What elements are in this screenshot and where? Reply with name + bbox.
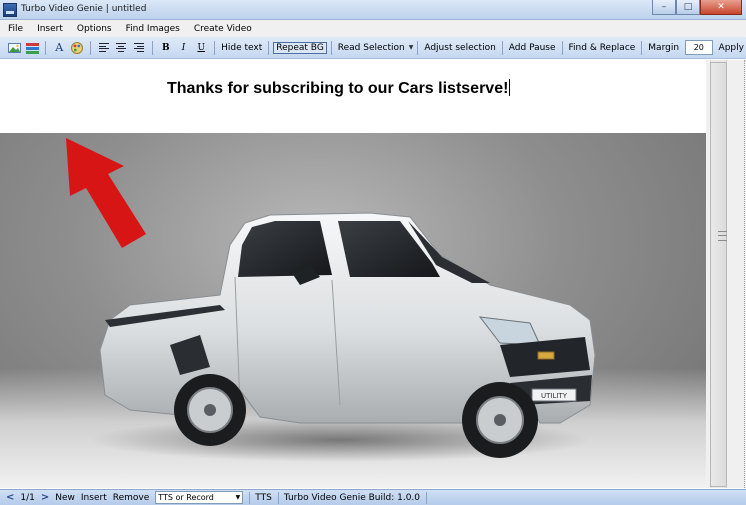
insert-image-icon[interactable]	[8, 41, 22, 55]
toolbar-separator	[501, 40, 503, 55]
menu-insert[interactable]: Insert	[37, 24, 63, 34]
read-selection-button[interactable]: Read Selection	[336, 42, 407, 54]
insert-slide-button[interactable]: Insert	[81, 493, 107, 503]
toolbar-separator	[561, 40, 563, 55]
add-pause-button[interactable]: Add Pause	[507, 42, 558, 54]
toolbar-separator	[214, 40, 216, 55]
adjust-selection-button[interactable]: Adjust selection	[422, 42, 497, 54]
headline-text[interactable]: Thanks for subscribing to our Cars lists…	[167, 79, 511, 98]
margin-guide	[744, 60, 745, 488]
app-icon	[3, 3, 17, 17]
prev-slide-button[interactable]: <	[6, 492, 14, 503]
toolbar-separator	[268, 40, 270, 55]
red-arrow-icon	[66, 138, 146, 248]
align-center-icon[interactable]	[115, 41, 129, 55]
read-selection-dropdown-icon[interactable]: ▼	[409, 44, 414, 51]
menu-find-images[interactable]: Find Images	[126, 24, 180, 34]
apply-button[interactable]: Apply	[717, 42, 746, 54]
statusbar-separator	[249, 491, 251, 504]
align-left-icon[interactable]	[97, 41, 111, 55]
close-button[interactable]: ✕	[700, 0, 742, 15]
remove-slide-button[interactable]: Remove	[113, 493, 150, 503]
underline-button[interactable]: U	[194, 41, 208, 55]
toolbar-separator	[330, 40, 332, 55]
tts-mode-select[interactable]: TTS or Record ▼	[155, 491, 244, 504]
tts-button[interactable]: TTS	[255, 493, 272, 503]
bold-button[interactable]: B	[159, 41, 173, 55]
font-icon[interactable]: A	[52, 41, 66, 55]
toolbar-separator	[45, 40, 47, 55]
toolbar-separator	[152, 40, 153, 55]
utility-badge-text: UTILITY	[541, 392, 568, 400]
statusbar-separator	[277, 491, 279, 504]
minimize-button[interactable]: –	[652, 0, 676, 15]
toolbar-separator	[641, 40, 643, 55]
menu-file[interactable]: File	[8, 24, 23, 34]
align-right-icon[interactable]	[132, 41, 146, 55]
chevron-down-icon: ▼	[235, 494, 241, 501]
new-slide-button[interactable]: New	[55, 493, 75, 503]
vertical-scrollbar[interactable]	[706, 60, 746, 488]
repeat-bg-toggle[interactable]: Repeat BG	[273, 41, 327, 54]
menu-create-video[interactable]: Create Video	[194, 24, 252, 34]
statusbar-separator	[426, 491, 428, 504]
color-bars-icon[interactable]	[26, 41, 40, 55]
menu-bar: File Insert Options Find Images Create V…	[0, 20, 746, 37]
window-title: Turbo Video Genie | untitled	[21, 4, 147, 14]
maximize-button[interactable]: □	[676, 0, 700, 15]
rear-wheel	[174, 374, 246, 446]
front-wheel	[462, 382, 538, 458]
build-info: Turbo Video Genie Build: 1.0.0	[283, 492, 421, 503]
editor-canvas[interactable]: UTILITY Thanks for subscribing to our Ca…	[0, 60, 706, 488]
find-replace-button[interactable]: Find & Replace	[567, 42, 638, 54]
slide-bar: < 1/1 > New Insert Remove TTS or Record …	[0, 489, 746, 505]
color-palette-icon[interactable]	[70, 41, 84, 55]
menu-options[interactable]: Options	[77, 24, 112, 34]
slide-counter: 1/1	[20, 492, 35, 503]
scrollbar-thumb[interactable]	[710, 62, 727, 487]
scrollbar-grip-icon	[718, 231, 727, 241]
margin-input[interactable]: 20	[685, 40, 713, 55]
italic-button[interactable]: I	[177, 41, 191, 55]
toolbar: A B I U Hide text Repeat BG Read Selecti…	[0, 37, 746, 59]
hide-text-button[interactable]: Hide text	[219, 42, 264, 54]
tts-mode-value: TTS or Record	[158, 493, 214, 502]
toolbar-separator	[89, 40, 91, 55]
title-bar: Turbo Video Genie | untitled – □ ✕	[0, 0, 746, 20]
next-slide-button[interactable]: >	[41, 492, 49, 503]
text-caret	[509, 79, 511, 96]
toolbar-separator	[417, 40, 419, 55]
window-controls: – □ ✕	[652, 0, 742, 15]
margin-label: Margin	[648, 42, 680, 53]
